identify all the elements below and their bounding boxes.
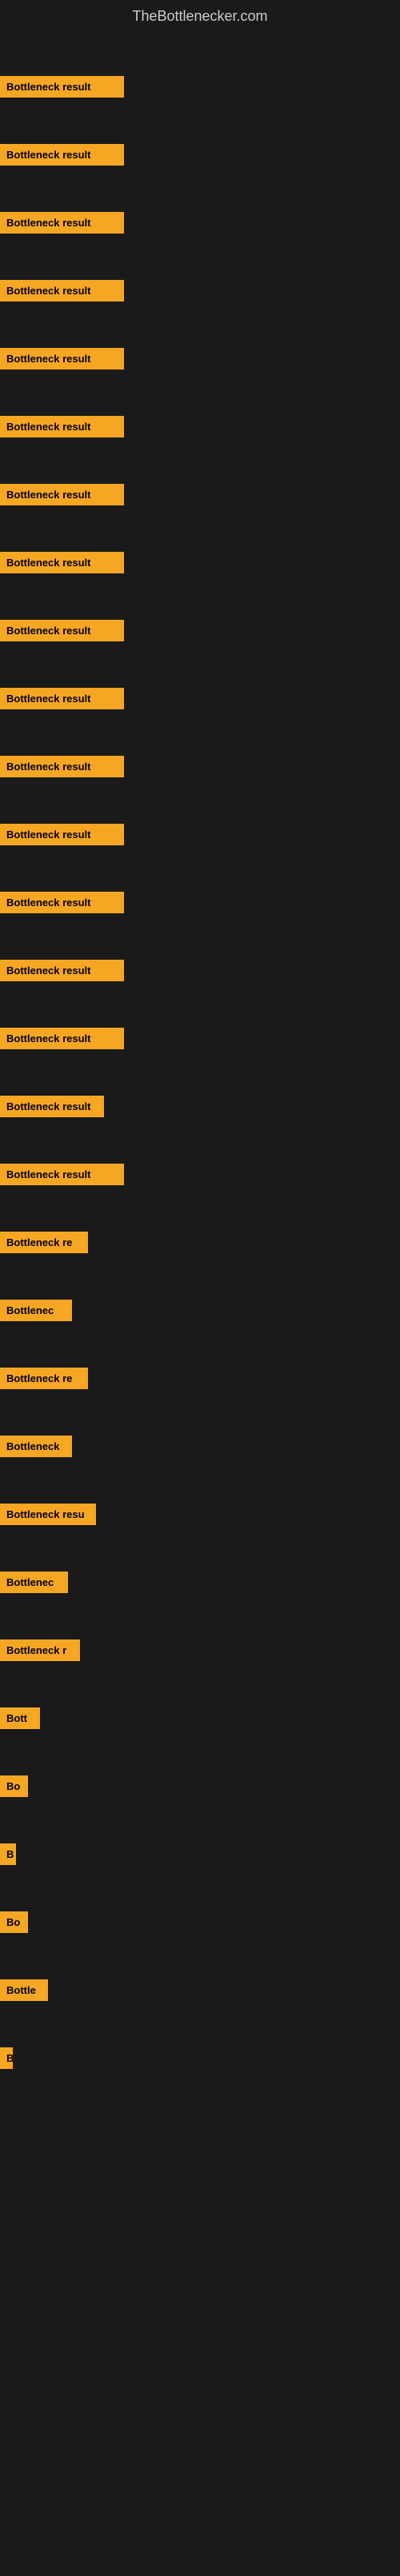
- bottleneck-item: Bottle: [0, 1960, 400, 2020]
- bottleneck-item: Bottleneck result: [0, 1076, 400, 1136]
- bottleneck-label: Bottleneck result: [0, 416, 124, 437]
- bottleneck-label: B: [0, 1843, 16, 1865]
- bottleneck-label: Bottleneck result: [0, 76, 124, 98]
- bottleneck-label: Bottleneck result: [0, 756, 124, 777]
- bottleneck-label: Bottlenec: [0, 1300, 72, 1321]
- bottleneck-item: Bottleneck result: [0, 873, 400, 933]
- bottleneck-label: Bottleneck result: [0, 484, 124, 505]
- bottleneck-label: Bottleneck re: [0, 1368, 88, 1389]
- bottleneck-label: Bo: [0, 1911, 28, 1933]
- bottleneck-item: Bottleneck result: [0, 397, 400, 457]
- bottleneck-label: Bottleneck result: [0, 212, 124, 234]
- bottleneck-item: Bottleneck result: [0, 261, 400, 321]
- bottleneck-item: B: [0, 2028, 400, 2088]
- bottleneck-item: Bottleneck result: [0, 737, 400, 797]
- bottleneck-item: Bottleneck re: [0, 1212, 400, 1272]
- site-title: TheBottlenecker.com: [0, 0, 400, 37]
- bottleneck-item: Bottleneck result: [0, 941, 400, 1000]
- bottleneck-label: Bottleneck r: [0, 1639, 80, 1661]
- bottleneck-item: Bottleneck result: [0, 805, 400, 865]
- bottleneck-label: Bottleneck result: [0, 1164, 124, 1185]
- bottleneck-item: Bottleneck result: [0, 1008, 400, 1068]
- bottleneck-item: Bott: [0, 1688, 400, 1748]
- bottleneck-label: Bottleneck result: [0, 552, 124, 573]
- bottleneck-label: Bottleneck result: [0, 960, 124, 981]
- bottleneck-label: Bottleneck: [0, 1436, 72, 1457]
- bottleneck-label: Bottleneck result: [0, 348, 124, 369]
- bottleneck-item: Bottlenec: [0, 1552, 400, 1612]
- bottleneck-label: Bottleneck result: [0, 892, 124, 913]
- bottleneck-item: Bottleneck result: [0, 329, 400, 389]
- bottleneck-label: Bottle: [0, 1979, 48, 2001]
- bottleneck-item: Bo: [0, 1892, 400, 1952]
- bottleneck-label: Bottlenec: [0, 1572, 68, 1593]
- bottleneck-label: Bottleneck result: [0, 1028, 124, 1049]
- bottleneck-item: Bottleneck: [0, 1416, 400, 1476]
- bottleneck-item: Bottleneck result: [0, 57, 400, 117]
- bottleneck-label: Bo: [0, 1775, 28, 1797]
- bottleneck-label: Bottleneck re: [0, 1232, 88, 1253]
- bottleneck-label: Bottleneck result: [0, 280, 124, 302]
- bottleneck-item: Bottleneck result: [0, 669, 400, 729]
- bottleneck-item: Bottleneck result: [0, 193, 400, 253]
- bottleneck-label: Bottleneck result: [0, 824, 124, 845]
- bottleneck-item: B: [0, 1824, 400, 1884]
- bottleneck-item: Bottleneck r: [0, 1620, 400, 1680]
- bottleneck-item: Bottlenec: [0, 1280, 400, 1340]
- bottleneck-item: Bottleneck result: [0, 1144, 400, 1204]
- bottleneck-item: Bottleneck result: [0, 601, 400, 661]
- bottleneck-label: Bottleneck result: [0, 620, 124, 641]
- bottleneck-label: B: [0, 2047, 13, 2069]
- bottleneck-label: Bottleneck result: [0, 688, 124, 709]
- bottleneck-item: Bottleneck result: [0, 125, 400, 185]
- bottleneck-label: Bottleneck result: [0, 144, 124, 166]
- bottleneck-label: Bottleneck result: [0, 1096, 104, 1117]
- bottleneck-label: Bottleneck resu: [0, 1504, 96, 1525]
- bottleneck-item: Bottleneck result: [0, 465, 400, 525]
- bottleneck-item: Bottleneck re: [0, 1348, 400, 1408]
- bottleneck-item: Bo: [0, 1756, 400, 1816]
- bottleneck-item: Bottleneck resu: [0, 1484, 400, 1544]
- bottleneck-item: Bottleneck result: [0, 533, 400, 593]
- bottleneck-label: Bott: [0, 1707, 40, 1729]
